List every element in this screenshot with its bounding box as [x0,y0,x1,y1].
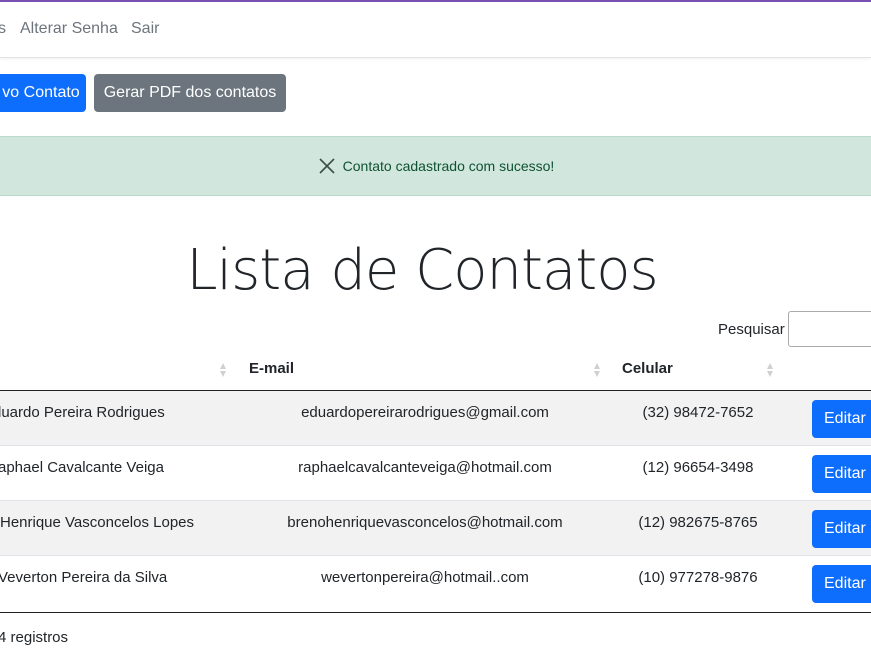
alert-message: Contato cadastrado com sucesso! [342,158,555,174]
edit-button[interactable]: Editar [812,400,871,438]
contact-name: Henrique Vasconcelos Lopes [0,514,195,531]
generate-pdf-button[interactable]: Gerar PDF dos contatos [94,74,286,112]
search-label: Pesquisar [718,321,785,338]
column-header-phone[interactable]: Celular [622,360,673,377]
contact-phone: (12) 982675-8765 [638,514,758,531]
contact-name: aphael Cavalcante Veiga [0,459,164,476]
navbar: s Alterar Senha Sair [0,2,871,58]
contact-name: luardo Pereira Rodrigues [0,404,165,421]
contact-email: eduardopereirarodrigues@gmail.com [301,404,549,421]
nav-item-partial[interactable]: s [0,20,6,38]
contact-email: brenohenriquevasconcelos@hotmail.com [287,514,563,531]
edit-button[interactable]: Editar [812,565,871,603]
edit-button[interactable]: Editar [812,510,871,548]
close-icon[interactable] [317,156,337,176]
sort-icon[interactable] [593,362,601,378]
table-bottom-divider [0,612,871,613]
table-row: Veverton Pereira da Silva wevertonpereir… [0,556,871,611]
contact-email: raphaelcavalcanteveiga@hotmail.com [298,459,552,476]
contact-phone: (12) 96654-3498 [642,459,754,476]
table-row: Henrique Vasconcelos Lopes brenohenrique… [0,501,871,556]
sort-icon[interactable] [766,362,774,378]
page-title: Lista de Contatos [186,238,658,303]
nav-item-logout[interactable]: Sair [131,20,159,38]
records-info: 4 registros [0,629,69,646]
contact-name: Veverton Pereira da Silva [0,569,168,586]
search-input[interactable] [788,311,871,347]
nav-item-change-password[interactable]: Alterar Senha [20,20,118,38]
edit-button[interactable]: Editar [812,455,871,493]
new-contact-button[interactable]: vo Contato [0,74,86,112]
column-header-email[interactable]: E-mail [249,360,294,377]
table-row: luardo Pereira Rodrigues eduardopereirar… [0,391,871,446]
success-alert: Contato cadastrado com sucesso! [0,136,871,196]
contact-email: wevertonpereira@hotmail..com [321,569,529,586]
contact-phone: (32) 98472-7652 [642,404,754,421]
contact-phone: (10) 977278-9876 [638,569,758,586]
table-row: aphael Cavalcante Veiga raphaelcavalcant… [0,446,871,501]
sort-icon[interactable] [219,362,227,378]
